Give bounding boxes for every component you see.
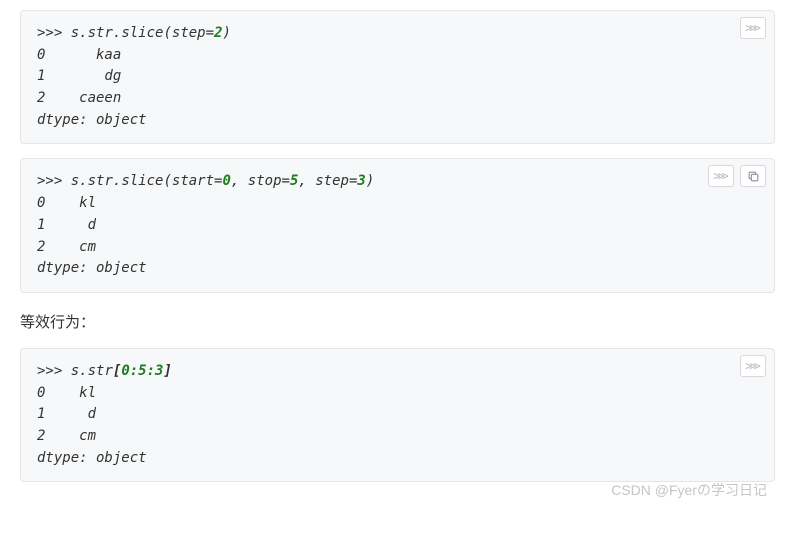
- toolbar-3: >>>: [740, 355, 766, 377]
- code-token: .: [79, 25, 87, 41]
- output-line: 2 cm: [37, 237, 758, 259]
- copy-icon: [747, 170, 760, 183]
- chevrons-icon: >>>: [745, 22, 761, 34]
- output-line: 1 dg: [37, 66, 758, 88]
- code-number: 3: [357, 173, 365, 189]
- code-token: str: [88, 173, 113, 189]
- prompt: >>>: [37, 25, 71, 41]
- output-line: dtype: object: [37, 448, 758, 470]
- prompt: >>>: [37, 363, 71, 379]
- chevrons-icon: >>>: [745, 360, 761, 372]
- code-token: slice(step: [121, 25, 205, 41]
- output-line: 0 kl: [37, 193, 758, 215]
- code-token: , step: [298, 173, 349, 189]
- copy-button[interactable]: [740, 165, 766, 187]
- code-bracket: ]: [163, 363, 171, 379]
- code-token: s: [71, 173, 79, 189]
- output-line: 2 caeen: [37, 88, 758, 110]
- code-token: .: [79, 173, 87, 189]
- code-block-3: >>> >>> s.str[0:5:3] 0 kl 1 d 2 cm dtype…: [20, 348, 775, 482]
- code-token: , stop: [231, 173, 282, 189]
- code-block-1: >>> >>> s.str.slice(step=2) 0 kaa 1 dg 2…: [20, 10, 775, 144]
- code-token: =: [282, 173, 290, 189]
- code-token: ): [366, 173, 374, 189]
- toolbar-1: >>>: [740, 17, 766, 39]
- code-slice: 0:5:3: [121, 363, 163, 379]
- code-token: =: [206, 25, 214, 41]
- output-line: dtype: object: [37, 258, 758, 280]
- code-token: ): [223, 25, 231, 41]
- code-block-2: >>> >>> s.str.slice(start=0, stop=5, ste…: [20, 158, 775, 292]
- code-line: >>> s.str.slice(start=0, stop=5, step=3): [37, 171, 758, 193]
- toggle-prompt-button[interactable]: >>>: [708, 165, 734, 187]
- code-token: str: [88, 25, 113, 41]
- code-token: .: [79, 363, 87, 379]
- toolbar-2: >>>: [708, 165, 766, 187]
- code-token: s: [71, 25, 79, 41]
- watermark: CSDN @Fyerの学习日记: [611, 480, 767, 500]
- code-token: slice(start: [121, 173, 214, 189]
- code-token: str: [88, 363, 113, 379]
- code-token: s: [71, 363, 79, 379]
- output-line: dtype: object: [37, 110, 758, 132]
- code-number: 2: [214, 25, 222, 41]
- output-line: 0 kl: [37, 383, 758, 405]
- section-label: 等效行为：: [20, 311, 775, 332]
- output-line: 0 kaa: [37, 45, 758, 67]
- toggle-prompt-button[interactable]: >>>: [740, 355, 766, 377]
- toggle-prompt-button[interactable]: >>>: [740, 17, 766, 39]
- output-line: 1 d: [37, 404, 758, 426]
- code-line: >>> s.str.slice(step=2): [37, 23, 758, 45]
- code-number: 0: [222, 173, 230, 189]
- code-line: >>> s.str[0:5:3]: [37, 361, 758, 383]
- chevrons-icon: >>>: [713, 170, 729, 182]
- output-line: 2 cm: [37, 426, 758, 448]
- prompt: >>>: [37, 173, 71, 189]
- output-line: 1 d: [37, 215, 758, 237]
